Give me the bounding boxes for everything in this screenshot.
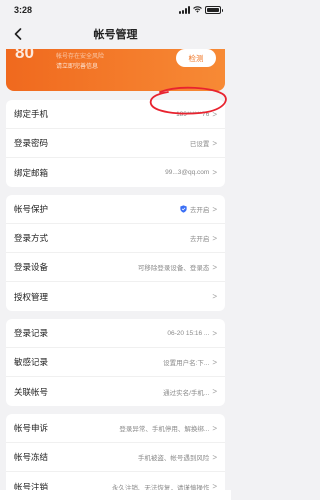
row-value: 手机被盗、帐号遇到风险 — [137, 455, 210, 462]
row-account-appeal[interactable]: 帐号申诉 登录异常、手机停用、解换绑... > — [6, 414, 225, 443]
banner-line-1: 帐号存在安全风险 — [56, 54, 105, 60]
row-label: 帐号申诉 — [14, 423, 49, 433]
page-title: 帐号管理 — [93, 29, 138, 41]
row-value: 登录异常、手机停用、解换绑... — [119, 426, 210, 433]
shield-icon — [180, 205, 187, 213]
row-label: 授权管理 — [14, 291, 49, 302]
row-value: 已设置 — [189, 141, 210, 148]
row-bind-email[interactable]: 绑定邮箱 99...3@qq.com > — [6, 158, 225, 187]
row-label: 帐号冻结 — [14, 452, 49, 462]
row-label: 登录设备 — [14, 262, 49, 272]
chevron-right-icon: > — [212, 168, 217, 177]
row-login-password[interactable]: 登录密码 已设置 > — [6, 129, 225, 158]
row-label: 帐号保护 — [14, 204, 49, 214]
chevron-right-icon: > — [212, 233, 217, 243]
row-value: 去开启 — [189, 236, 210, 243]
row-label: 登录密码 — [14, 138, 49, 148]
row-login-devices[interactable]: 登录设备 可移除登录设备、登录态 > — [6, 253, 225, 282]
row-value: 06-20 15:16 ... — [167, 329, 210, 337]
chevron-right-icon: > — [212, 138, 217, 148]
row-authorization[interactable]: 授权管理 > — [6, 282, 225, 311]
row-label: 登录记录 — [14, 328, 49, 338]
row-label: 关联帐号 — [14, 386, 49, 397]
row-value: 可移除登录设备、登录态 — [137, 265, 210, 272]
row-linked-accounts[interactable]: 关联帐号 通过实名/手机... > — [6, 377, 225, 406]
row-sensitive-records[interactable]: 敏感记录 设置用户名:下... > — [6, 348, 225, 377]
chevron-right-icon: > — [212, 292, 217, 301]
battery-icon — [205, 5, 223, 14]
security-score: 80 — [15, 49, 34, 62]
signal-icon — [179, 5, 190, 14]
group-account-status: 帐号申诉 登录异常、手机停用、解换绑... > 帐号冻结 手机被盗、帐号遇到风险 >… — [6, 414, 225, 500]
wifi-icon — [193, 6, 202, 13]
banner-line-2: 请立即完善信息 — [56, 64, 99, 70]
chevron-right-icon: > — [212, 204, 217, 214]
nav-bar: 帐号管理 — [0, 19, 231, 49]
annotation-circle — [149, 86, 227, 115]
row-login-records[interactable]: 登录记录 06-20 15:16 ... > — [6, 319, 225, 348]
row-value: 99...3@qq.com — [165, 169, 210, 176]
row-account-protection[interactable]: 帐号保护 去开启 > — [6, 195, 225, 224]
chevron-right-icon: > — [212, 357, 217, 367]
chevron-right-icon: > — [212, 262, 217, 272]
row-value: 设置用户名:下... — [163, 360, 210, 367]
row-login-method[interactable]: 登录方式 去开启 > — [6, 224, 225, 253]
row-label: 绑定手机 — [14, 109, 49, 119]
row-label: 绑定邮箱 — [14, 167, 49, 178]
back-arrow-icon[interactable] — [10, 26, 26, 42]
row-value: 去开启 — [189, 207, 210, 214]
chevron-right-icon: > — [212, 452, 217, 462]
security-banner: 80 帐号存在安全风险 请立即完善信息 检测 — [6, 49, 225, 91]
status-bar: 3:28 — [0, 0, 231, 19]
row-value: 通过实名/手机... — [163, 389, 210, 397]
chevron-right-icon: > — [212, 328, 217, 338]
row-account-freeze[interactable]: 帐号冻结 手机被盗、帐号遇到风险 > — [6, 443, 225, 472]
detect-button[interactable]: 检测 — [176, 49, 216, 67]
chevron-right-icon: > — [212, 423, 217, 433]
group-security: 帐号保护 去开启 > 登录方式 去开启 > 登录设备 可移除登录设备、登录态 > 授权… — [6, 195, 225, 311]
chevron-right-icon: > — [212, 387, 217, 396]
status-time: 3:28 — [14, 4, 33, 15]
group-records: 登录记录 06-20 15:16 ... > 敏感记录 设置用户名:下... > 关… — [6, 319, 225, 406]
row-label: 敏感记录 — [14, 357, 49, 367]
bottom-bar — [0, 490, 231, 500]
status-icons — [179, 5, 223, 14]
row-label: 登录方式 — [14, 233, 49, 243]
